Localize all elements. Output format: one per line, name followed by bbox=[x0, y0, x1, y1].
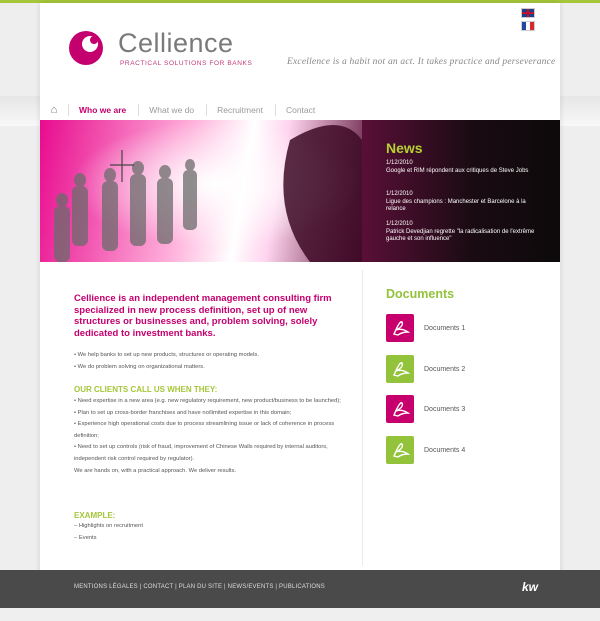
example-link[interactable]: – Events bbox=[74, 533, 349, 545]
pdf-icon[interactable] bbox=[386, 395, 414, 423]
page-bottom bbox=[0, 608, 600, 621]
motto-text: Excellence is a habit not an act. It tak… bbox=[287, 57, 556, 67]
document-label[interactable]: Documents 2 bbox=[424, 366, 465, 373]
pdf-icon[interactable] bbox=[386, 314, 414, 342]
news-date: 1/12/2010 bbox=[386, 221, 413, 227]
documents-title: Documents bbox=[386, 287, 455, 301]
pdf-icon[interactable] bbox=[386, 436, 414, 464]
document-label[interactable]: Documents 4 bbox=[424, 447, 465, 454]
document-item[interactable]: Documents 2 bbox=[386, 354, 556, 384]
fr-flag-icon[interactable] bbox=[521, 21, 535, 31]
clients-heading: OUR CLIENTS CALL US WHEN THEY: bbox=[74, 385, 218, 394]
brand-tagline: PRACTICAL SOLUTIONS FOR BANKS bbox=[120, 60, 253, 67]
hero-silhouettes-graphic bbox=[40, 120, 362, 262]
footer-links: MENTIONS LÉGALES | CONTACT | PLAN DU SIT… bbox=[74, 584, 326, 590]
news-item[interactable]: 1/12/2010 Google et RIM répondent aux cr… bbox=[386, 160, 546, 175]
news-title: News bbox=[386, 140, 423, 156]
nav-item-contact[interactable]: Contact bbox=[276, 105, 327, 115]
footer-logo[interactable]: kw bbox=[522, 580, 538, 594]
hero-banner-image bbox=[40, 120, 362, 262]
home-icon[interactable]: ⌂ bbox=[40, 104, 68, 116]
client-item: • Need expertise in a new area (e.g. new… bbox=[74, 398, 341, 404]
news-headline[interactable]: Ligue des champions : Manchester et Barc… bbox=[386, 199, 546, 214]
nav-item-who-we-are[interactable]: Who we are bbox=[69, 105, 138, 115]
example-heading: EXAMPLE: bbox=[74, 511, 116, 520]
document-label[interactable]: Documents 1 bbox=[424, 325, 465, 332]
news-item[interactable]: 1/12/2010 Ligue des champions : Manchest… bbox=[386, 191, 546, 214]
nav-item-recruitment[interactable]: Recruitment bbox=[207, 105, 275, 115]
client-item: • Plan to set up cross-border franchises… bbox=[74, 409, 292, 416]
document-label[interactable]: Documents 3 bbox=[424, 406, 465, 413]
footer-link-legal[interactable]: MENTIONS LÉGALES bbox=[74, 584, 138, 590]
service-bullet: • We do problem solving on organizationa… bbox=[74, 364, 205, 370]
uk-flag-icon[interactable] bbox=[521, 8, 535, 18]
document-item[interactable]: Documents 4 bbox=[386, 435, 556, 465]
language-switcher bbox=[518, 5, 538, 31]
news-headline[interactable]: Patrick Devedjian regrette "la radicalis… bbox=[386, 229, 546, 244]
intro-heading: Cellience is an independent management c… bbox=[74, 293, 332, 339]
nav-item-what-we-do[interactable]: What we do bbox=[139, 105, 206, 115]
document-item[interactable]: Documents 3 bbox=[386, 394, 556, 424]
main-nav: ⌂ Who we are What we do Recruitment Cont… bbox=[40, 100, 560, 120]
footer-link-publications[interactable]: PUBLICATIONS bbox=[279, 584, 325, 590]
client-item: • Experience high operational costs due … bbox=[74, 421, 335, 439]
footer-link-contact[interactable]: CONTACT bbox=[143, 584, 173, 590]
news-date: 1/12/2010 bbox=[386, 160, 413, 166]
pdf-icon[interactable] bbox=[386, 355, 414, 383]
client-item: • Need to set up controls (risk of fraud… bbox=[74, 444, 328, 462]
document-item[interactable]: Documents 1 bbox=[386, 313, 556, 343]
news-item[interactable]: 1/12/2010 Patrick Devedjian regrette "la… bbox=[386, 221, 546, 244]
clients-list: • Need expertise in a new area (e.g. new… bbox=[74, 396, 349, 477]
examples-list: – Highlights on recruitment – Events bbox=[74, 521, 349, 544]
news-headline[interactable]: Google et RIM répondent aux critiques de… bbox=[386, 168, 546, 176]
news-panel: News 1/12/2010 Google et RIM répondent a… bbox=[362, 120, 560, 262]
brand-name[interactable]: Cellience bbox=[118, 28, 234, 59]
example-link[interactable]: – Highlights on recruitment bbox=[74, 521, 349, 533]
footer-link-news-events[interactable]: NEWS/EVENTS bbox=[228, 584, 274, 590]
footer-link-sitemap[interactable]: PLAN DU SITE bbox=[179, 584, 222, 590]
news-date: 1/12/2010 bbox=[386, 191, 413, 197]
service-bullet: • We help banks to set up new products, … bbox=[74, 352, 259, 358]
client-item: We are hands on, with a practical approa… bbox=[74, 467, 237, 474]
cellience-logo-icon[interactable] bbox=[68, 30, 104, 66]
column-divider bbox=[362, 270, 363, 566]
